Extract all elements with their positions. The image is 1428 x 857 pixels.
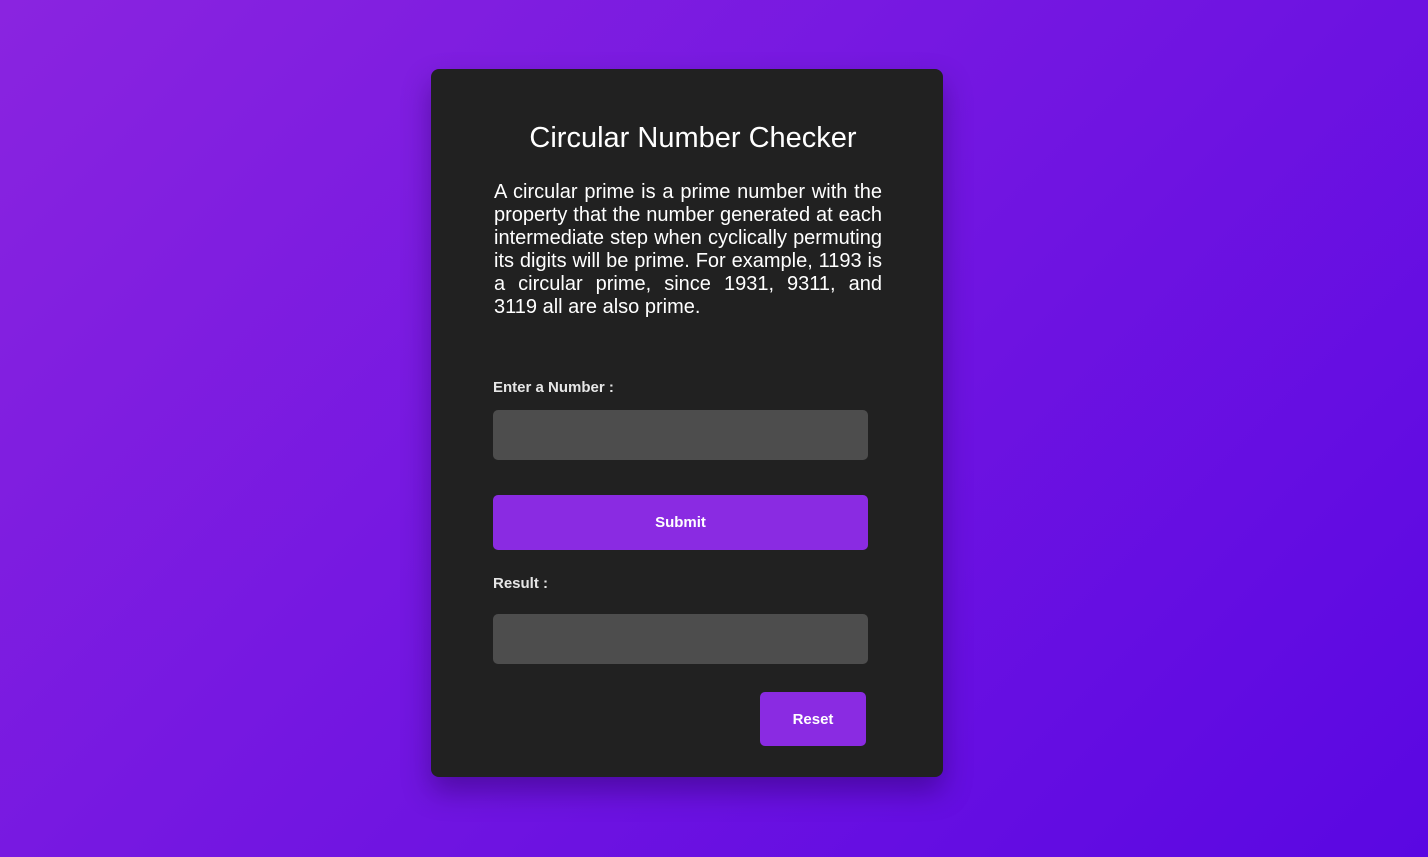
checker-card: Circular Number Checker A circular prime… [431,69,943,777]
number-field-label: Enter a Number : [493,379,614,396]
description-text: A circular prime is a prime number with … [494,181,882,318]
number-input[interactable] [493,410,868,460]
page-title: Circular Number Checker [529,122,857,154]
result-output[interactable] [493,614,868,664]
submit-button[interactable]: Submit [493,495,868,550]
reset-button[interactable]: Reset [760,692,866,746]
result-field-label: Result : [493,575,549,592]
